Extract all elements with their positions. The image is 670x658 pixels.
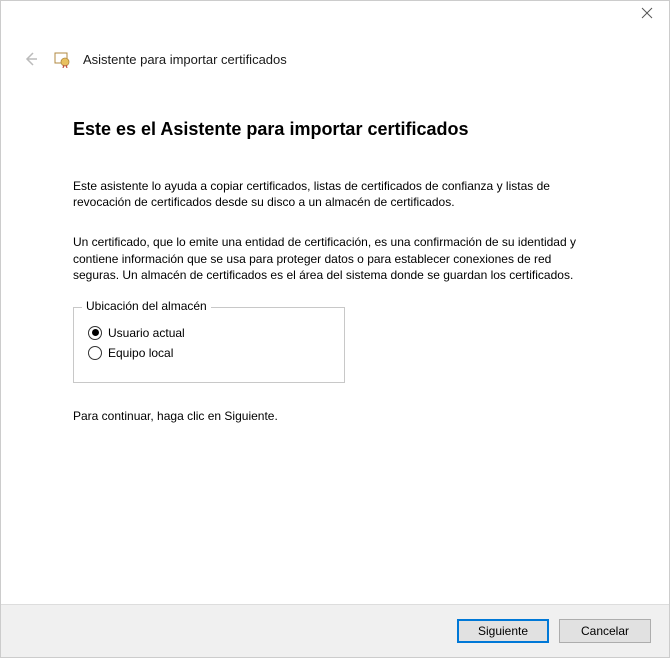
next-button[interactable]: Siguiente: [457, 619, 549, 643]
wizard-header: Asistente para importar certificados: [1, 1, 669, 79]
back-button[interactable]: [21, 49, 41, 69]
radio-current-user[interactable]: Usuario actual: [88, 326, 330, 340]
radio-label-current-user: Usuario actual: [108, 326, 185, 340]
certificate-icon: [53, 50, 71, 68]
intro-text: Este asistente lo ayuda a copiar certifi…: [73, 178, 597, 210]
wizard-title: Asistente para importar certificados: [83, 52, 287, 67]
close-icon: [641, 7, 653, 19]
close-button[interactable]: [641, 7, 655, 21]
radio-icon: [88, 326, 102, 340]
cancel-button[interactable]: Cancelar: [559, 619, 651, 643]
continue-text: Para continuar, haga clic en Siguiente.: [73, 409, 597, 423]
back-arrow-icon: [23, 51, 39, 67]
radio-local-machine[interactable]: Equipo local: [88, 346, 330, 360]
store-location-legend: Ubicación del almacén: [82, 299, 211, 313]
page-title: Este es el Asistente para importar certi…: [73, 119, 597, 140]
wizard-content: Este es el Asistente para importar certi…: [1, 79, 669, 604]
wizard-footer: Siguiente Cancelar: [1, 604, 669, 657]
wizard-window: Asistente para importar certificados Est…: [0, 0, 670, 658]
radio-label-local-machine: Equipo local: [108, 346, 173, 360]
radio-icon: [88, 346, 102, 360]
explain-text: Un certificado, que lo emite una entidad…: [73, 234, 597, 283]
store-location-group: Ubicación del almacén Usuario actual Equ…: [73, 307, 345, 383]
